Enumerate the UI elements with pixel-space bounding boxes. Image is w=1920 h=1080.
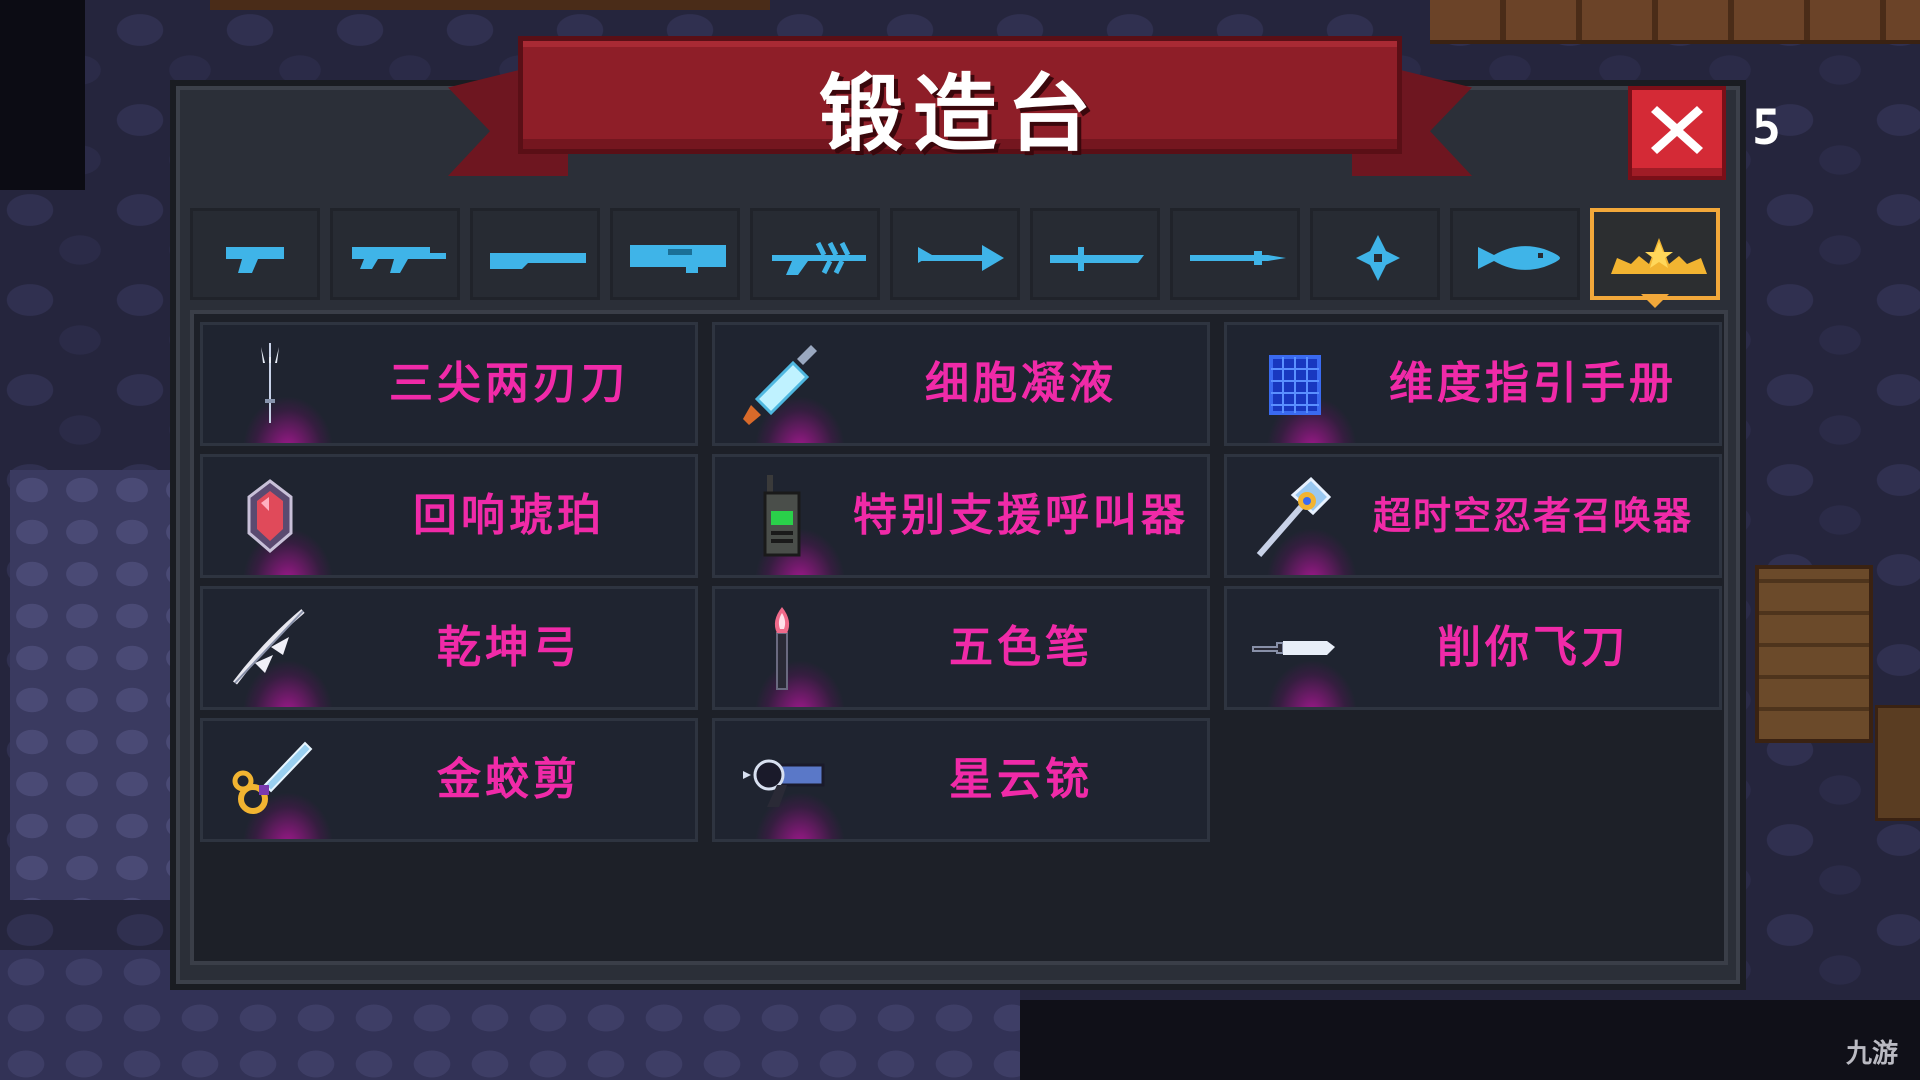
wooden-crate [1755,565,1873,743]
golden-scissors-icon [232,741,313,814]
item-label: 金蛟剪 [437,754,581,805]
list-item-cell-fluid[interactable]: 细胞凝液 [712,322,1210,446]
stone-wall-left [10,470,190,900]
amber-gem-icon [247,479,293,553]
list-item-golden-scissors[interactable]: 金蛟剪 [200,718,698,842]
list-item-throwing-knife[interactable]: 削你飞刀 [1224,586,1722,710]
item-label: 削你飞刀 [1437,622,1629,673]
trident-icon [261,343,279,423]
tab-special[interactable] [1590,208,1720,308]
list-item-support-caller[interactable]: 特别支援呼叫器 [712,454,1210,578]
list-item-qiankun-bow[interactable]: 乾坤弓 [200,586,698,710]
stars-special-icon [1611,238,1707,274]
nebula-gun-icon [743,759,825,807]
spear-icon [1190,251,1286,265]
sword-icon [1050,247,1144,271]
syringe-icon [743,345,817,425]
bow-icon [918,245,1004,271]
laser-gun-icon [772,241,866,275]
tab-pistol[interactable] [190,208,320,300]
tab-launcher[interactable] [610,208,740,300]
item-label: 三尖两刃刀 [389,358,629,409]
tab-shotgun[interactable] [470,208,600,300]
item-label: 细胞凝液 [925,358,1117,409]
launcher-icon [630,245,726,273]
item-label: 回响琥珀 [413,490,605,541]
pistol-icon [226,247,284,273]
watermark: 九游 [1845,1039,1898,1069]
item-label: 星云铳 [949,754,1093,805]
tab-laser[interactable] [750,208,880,300]
list-item-five-color-brush[interactable]: 五色笔 [712,586,1210,710]
item-label: 超时空忍者召唤器 [1372,494,1693,538]
fish-icon [1478,246,1560,270]
title-banner: 锻造台 [518,36,1402,163]
wooden-barrel [1875,705,1920,821]
wooden-beam [210,0,770,10]
throwing-knife-icon [1252,641,1335,655]
tab-bow[interactable] [890,208,1020,300]
item-label: 乾坤弓 [437,622,581,673]
hud-counter: 5 [1752,100,1781,156]
list-item-ninja-summoner[interactable]: 超时空忍者召唤器 [1224,454,1722,578]
dark-wall [0,0,85,190]
item-label: 特别支援呼叫器 [853,490,1189,541]
item-label: 维度指引手册 [1389,358,1677,409]
close-button[interactable] [1628,86,1726,180]
tab-spear[interactable] [1170,208,1300,300]
item-label: 五色笔 [949,622,1093,673]
list-item-nebula-gun[interactable]: 星云铳 [712,718,1210,842]
summoner-staff-icon [1256,476,1332,557]
tab-fish[interactable] [1450,208,1580,300]
weapon-category-tabs [190,208,1730,308]
void-area [1020,1000,1920,1080]
list-item-trident[interactable]: 三尖两刃刀 [200,322,698,446]
list-item-echo-amber[interactable]: 回响琥珀 [200,454,698,578]
wooden-shelf [1430,0,1920,44]
feather-bow-icon [233,609,305,685]
blue-grid-book-icon [1269,355,1321,415]
list-item-dimension-manual[interactable]: 维度指引手册 [1224,322,1722,446]
rifle-icon [352,247,446,273]
active-tab-indicator [1641,294,1669,308]
tab-shuriken[interactable] [1310,208,1440,300]
close-icon [1651,106,1703,154]
brush-icon [774,607,790,690]
shuriken-icon [1356,235,1400,281]
tab-sword[interactable] [1030,208,1160,300]
tab-rifle[interactable] [330,208,460,300]
shotgun-icon [490,253,586,269]
walkie-talkie-icon [763,475,801,557]
page-title: 锻造台 [818,65,1101,163]
